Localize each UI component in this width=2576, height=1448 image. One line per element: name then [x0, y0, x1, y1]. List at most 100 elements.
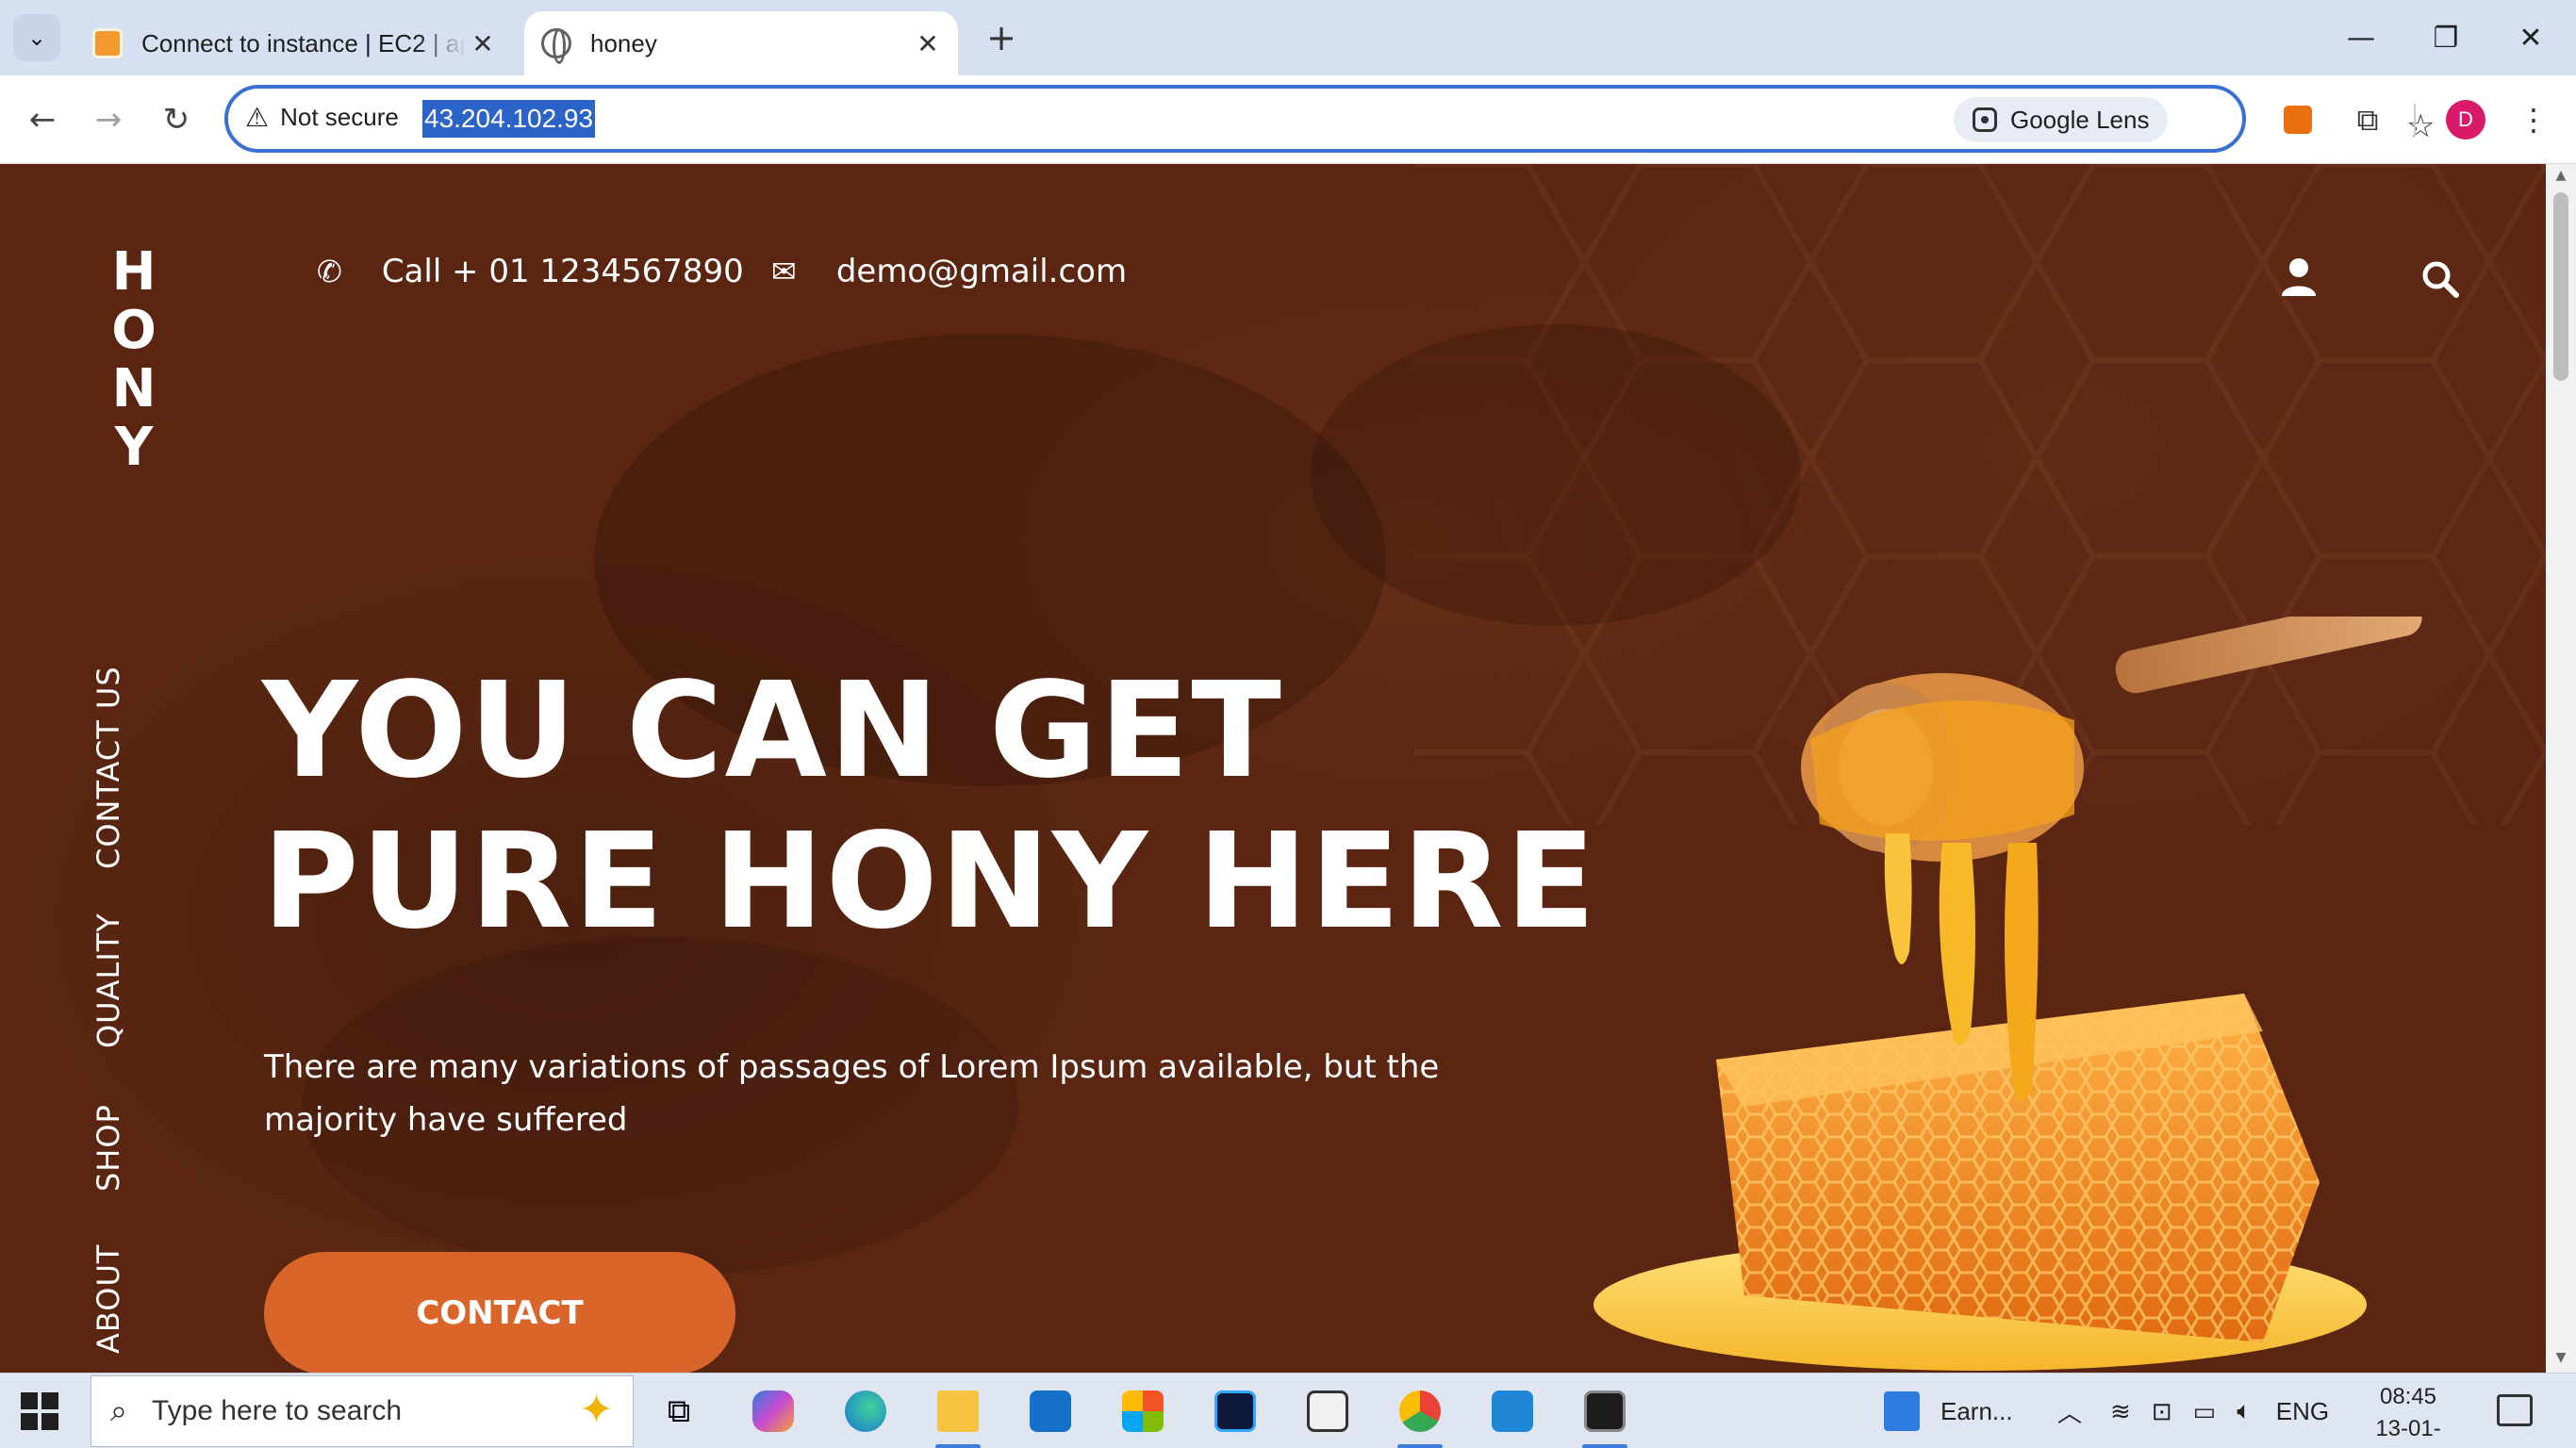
url-text[interactable]: 43.204.102.93	[422, 100, 596, 138]
copilot-icon	[752, 1390, 794, 1432]
chevron-down-icon: ⌄	[26, 25, 47, 51]
chrome-app[interactable]	[1392, 1383, 1448, 1448]
aws-icon	[92, 28, 123, 58]
minimize-button[interactable]: —	[2333, 13, 2389, 62]
terminal-app[interactable]	[1577, 1383, 1633, 1448]
site-logo[interactable]: H O N Y	[106, 243, 162, 477]
nav-shop[interactable]: SHOP	[91, 1104, 126, 1192]
envelope-icon: ✉	[771, 254, 797, 289]
folder-icon	[937, 1390, 979, 1432]
scroll-thumb[interactable]	[2553, 192, 2568, 381]
tab-strip: ⌄ Connect to instance | EC2 | ap-s ✕ hon…	[0, 0, 2576, 75]
nav-contact-us[interactable]: CONTACT US	[91, 666, 126, 869]
clock[interactable]: 08:45 13-01-2025	[2352, 1381, 2465, 1448]
tab-title: Connect to instance | EC2 | ap-s	[141, 28, 466, 58]
headline-line: YOU CAN GET	[262, 654, 1283, 808]
edge-icon	[845, 1390, 886, 1432]
reload-icon: ↻	[162, 101, 190, 139]
page-viewport: H O N Y ✆ Call + 01 1234567890 ✉ demo@gm…	[0, 164, 2546, 1373]
ocr-app[interactable]	[1299, 1383, 1356, 1440]
email-link[interactable]: ✉ demo@gmail.com	[771, 253, 1127, 290]
system-tray: ︿ ≋ ⊡ ▭ 🔈︎ ENG	[2057, 1374, 2329, 1448]
store-icon	[1122, 1390, 1164, 1432]
extension-button[interactable]	[2272, 94, 2323, 145]
meet-icon[interactable]: ⊡	[2152, 1397, 2172, 1426]
toolbar-divider	[2414, 104, 2416, 136]
battery-icon[interactable]: ▭	[2193, 1397, 2217, 1426]
copilot-app[interactable]	[745, 1383, 801, 1440]
security-indicator[interactable]: ⚠ Not secure	[245, 102, 399, 133]
user-icon[interactable]	[2280, 256, 2318, 296]
bookmark-star-icon[interactable]: ☆	[2406, 107, 2435, 145]
extensions-menu-button[interactable]: ⧉	[2342, 94, 2393, 145]
restore-button[interactable]: ❐	[2418, 13, 2474, 62]
task-view-icon: ⧉	[667, 1392, 691, 1430]
headline-line: PURE HONY HERE	[262, 805, 1598, 959]
tab-title: honey	[590, 28, 657, 58]
scroll-up-icon[interactable]: ▲	[2551, 168, 2570, 183]
windows-start-icon[interactable]	[21, 1392, 58, 1430]
ocr-icon	[1307, 1390, 1348, 1432]
vscode-app[interactable]	[1484, 1383, 1541, 1440]
nav-about[interactable]: ABOUT	[91, 1244, 126, 1354]
lens-label: Google Lens	[2010, 105, 2150, 134]
photoshop-app[interactable]	[1207, 1383, 1263, 1440]
profile-button[interactable]: D	[2440, 94, 2491, 145]
widget-icon	[1884, 1391, 1920, 1431]
weather-label: Earn...	[1940, 1396, 2013, 1425]
hero-headline: YOU CAN GET PURE HONY HERE	[262, 656, 1597, 958]
tab-ec2[interactable]: Connect to instance | EC2 | ap-s ✕	[79, 11, 513, 75]
close-icon[interactable]: ✕	[466, 26, 500, 60]
search-placeholder: Type here to search	[151, 1395, 403, 1426]
logo-letter: N	[111, 358, 157, 420]
scroll-down-icon[interactable]: ▼	[2551, 1350, 2570, 1365]
tab-search-dropdown[interactable]: ⌄	[13, 14, 60, 61]
logo-letter: H	[111, 241, 157, 303]
logo-letter: O	[111, 300, 157, 361]
extension-icon	[2284, 106, 2312, 134]
close-icon: ✕	[2518, 21, 2543, 55]
chrome-icon	[1399, 1390, 1441, 1432]
arrow-left-icon: ←	[28, 101, 57, 139]
plus-icon: +	[986, 17, 1016, 58]
edge-app[interactable]	[837, 1383, 894, 1440]
vscode-icon	[1492, 1390, 1533, 1432]
taskbar-search-box[interactable]: ⌕ Type here to search ✦	[91, 1375, 634, 1447]
search-icon[interactable]	[2421, 260, 2459, 298]
chevron-up-icon[interactable]: ︿	[2057, 1394, 2082, 1429]
volume-icon[interactable]: 🔈︎	[2237, 1396, 2252, 1426]
notification-icon[interactable]	[2497, 1394, 2533, 1426]
warning-icon: ⚠	[245, 103, 270, 132]
google-lens-button[interactable]: Google Lens	[1954, 97, 2169, 142]
network-icon[interactable]: ≋	[2110, 1397, 2131, 1426]
browser-toolbar: ← → ↻ ⚠ Not secure 43.204.102.93 Google …	[0, 75, 2576, 164]
phone-icon: ✆	[317, 254, 342, 289]
back-button[interactable]: ←	[17, 94, 68, 145]
browser-menu-button[interactable]: ⋮	[2508, 94, 2559, 145]
nav-quality[interactable]: QUALITY	[91, 913, 126, 1048]
language-indicator[interactable]: ENG	[2276, 1397, 2329, 1426]
file-explorer-app[interactable]	[930, 1383, 986, 1448]
address-bar[interactable]: ⚠ Not secure 43.204.102.93 Google Lens ☆	[224, 85, 2435, 153]
arrow-right-icon: →	[94, 101, 123, 139]
new-tab-button[interactable]: +	[979, 15, 1024, 60]
contact-button[interactable]: CONTACT	[264, 1252, 735, 1373]
forward-button[interactable]: →	[83, 94, 134, 145]
page-scrollbar[interactable]: ▲ ▼	[2546, 164, 2576, 1373]
task-view-button[interactable]: ⧉	[651, 1383, 707, 1440]
weather-widget[interactable]: Earn...	[1884, 1374, 2013, 1448]
outlook-app[interactable]	[1022, 1383, 1079, 1440]
photoshop-icon	[1214, 1390, 1256, 1432]
store-app[interactable]	[1115, 1383, 1171, 1440]
kebab-menu-icon: ⋮	[2518, 102, 2549, 138]
search-icon: ⌕	[110, 1393, 127, 1427]
phone-link[interactable]: ✆ Call + 01 1234567890	[317, 253, 744, 290]
tab-honey[interactable]: honey ✕	[524, 11, 958, 75]
reload-button[interactable]: ↻	[151, 94, 202, 145]
phone-text: Call + 01 1234567890	[381, 253, 744, 290]
close-icon[interactable]: ✕	[911, 26, 945, 60]
close-window-button[interactable]: ✕	[2502, 13, 2559, 62]
restore-icon: ❐	[2433, 21, 2459, 55]
clock-time: 08:45	[2379, 1384, 2437, 1409]
avatar: D	[2446, 100, 2485, 140]
